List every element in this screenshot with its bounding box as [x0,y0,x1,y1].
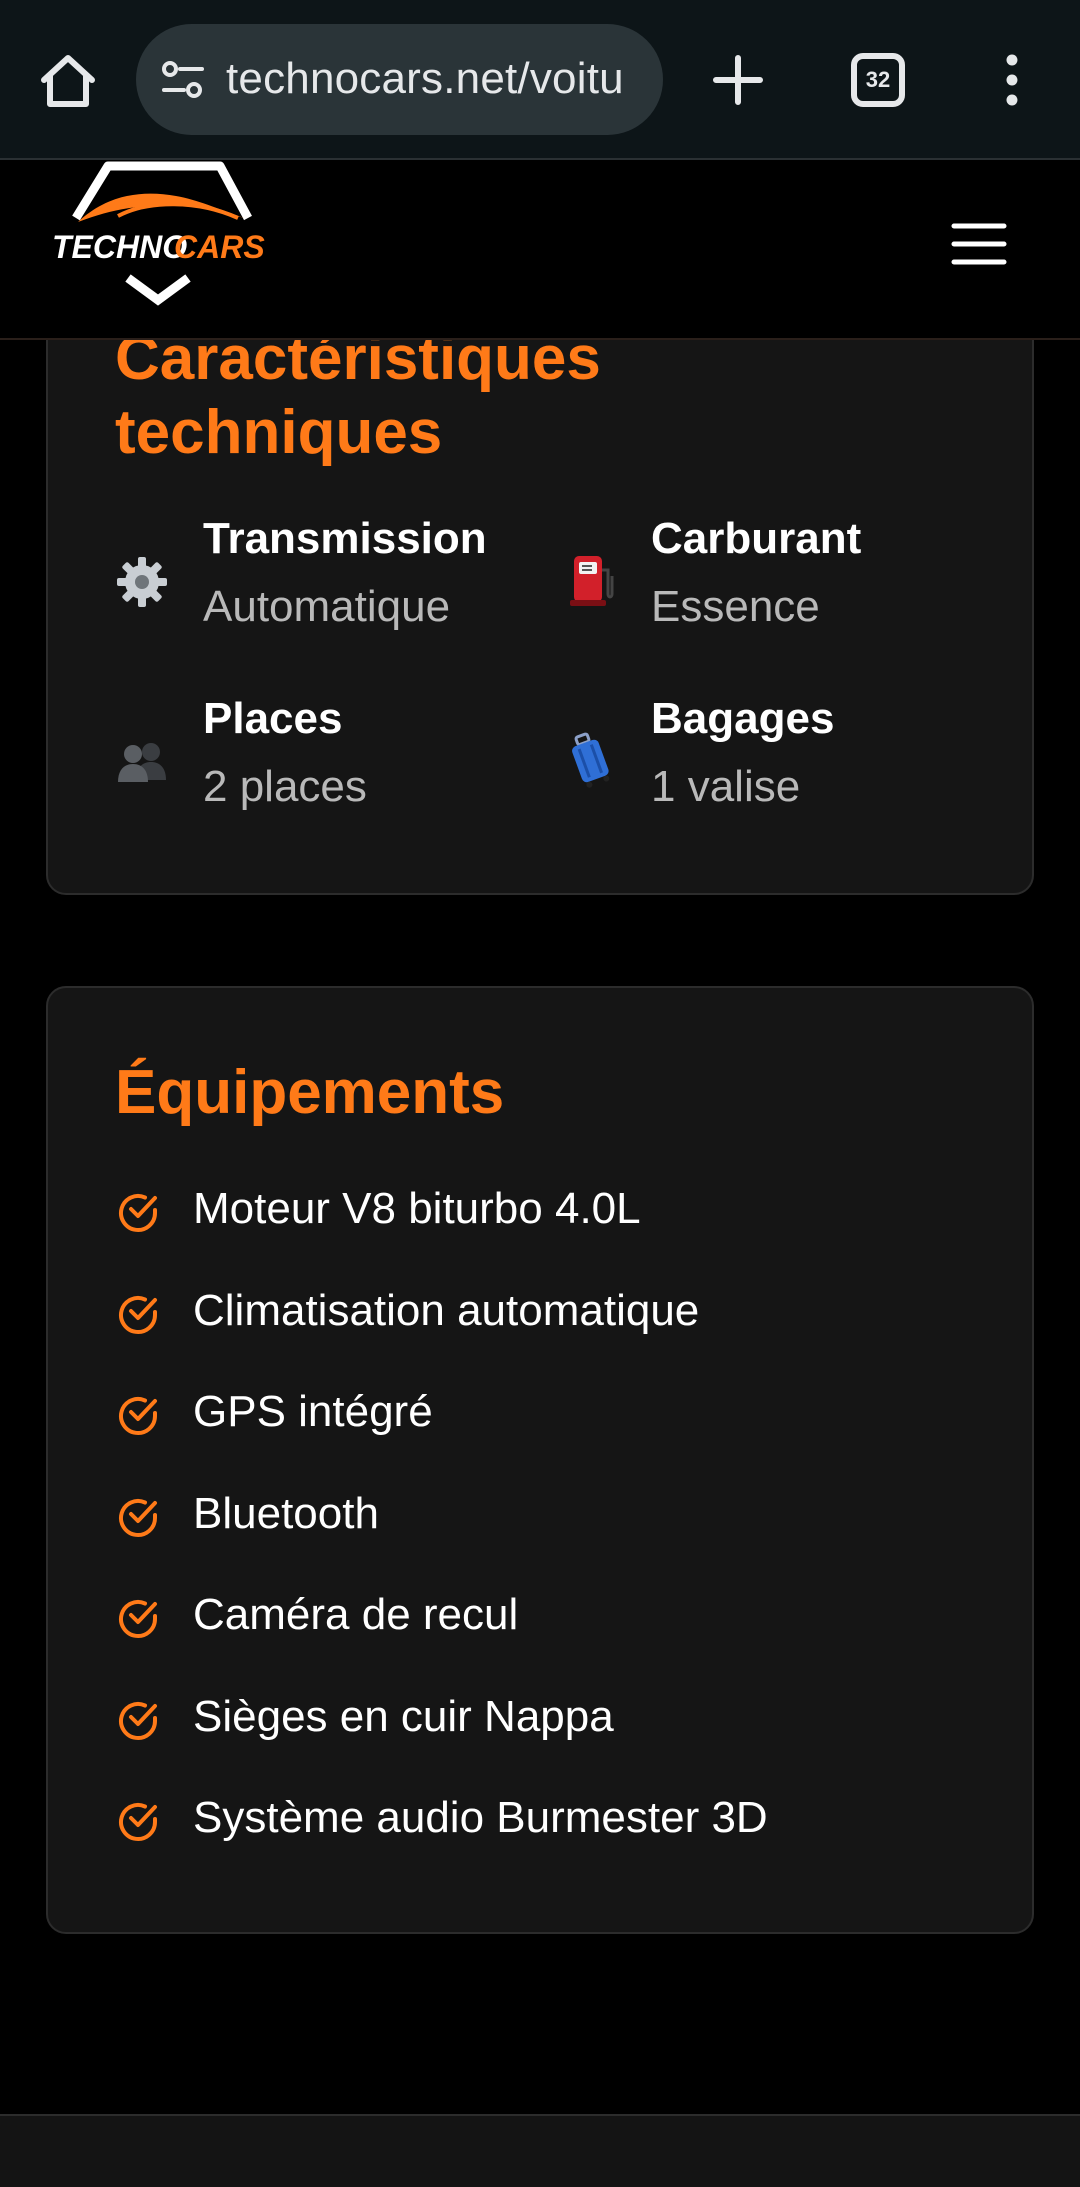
feature-text: GPS intégré [193,1387,433,1436]
equipment-title: Équipements [115,1058,505,1127]
list-item: Système audio Burmester 3D [115,1793,995,1899]
fuel-pump-icon [562,552,618,608]
list-item: Caméra de recul [115,1590,995,1696]
feature-text: Climatisation automatique [193,1285,700,1335]
spec-label-transmission: Transmission [203,514,487,563]
equipment-list: Moteur V8 biturbo 4.0L Climatisation aut… [115,1184,995,1899]
feature-text: Moteur V8 biturbo 4.0L [193,1184,641,1233]
home-icon[interactable] [36,50,100,110]
site-header: TECHNO CARS [0,160,1080,340]
logo-text-cars: CARS [174,229,265,265]
feature-text: Caméra de recul [193,1590,519,1639]
page-footer [0,2114,1080,2187]
spec-label-carburant: Carburant [651,514,862,563]
specs-title: Caractéristiques techniques [115,324,601,467]
list-item: Climatisation automatique [115,1286,995,1392]
list-item: GPS intégré [115,1387,995,1493]
site-settings-icon[interactable] [160,58,206,102]
spec-label-bagages: Bagages [651,694,835,743]
spec-label-places: Places [203,694,343,743]
check-circle-icon [115,1190,161,1236]
spec-value-places: 2 places [203,762,367,811]
address-bar[interactable]: technocars.net/voitu [136,24,663,135]
new-tab-icon[interactable] [710,52,766,108]
more-options-icon[interactable] [1000,52,1024,108]
gear-icon [114,554,170,610]
feature-text: Bluetooth [193,1488,379,1538]
spec-value-bagages: 1 valise [651,762,801,811]
check-circle-icon [115,1393,161,1439]
hamburger-menu-icon[interactable] [951,222,1007,266]
feature-text: Système audio Burmester 3D [193,1793,768,1842]
check-circle-icon [115,1292,161,1338]
list-item: Bluetooth [115,1489,995,1595]
check-circle-icon [115,1799,161,1845]
feature-text: Sièges en cuir Nappa [193,1691,614,1741]
tab-switcher-button[interactable]: 32 [851,53,905,107]
equipment-card: Équipements Moteur V8 biturbo 4.0L Clima… [46,986,1034,1934]
spec-value-transmission: Automatique [203,582,451,631]
list-item: Sièges en cuir Nappa [115,1692,995,1798]
people-icon [114,734,170,790]
spec-value-carburant: Essence [651,582,820,631]
check-circle-icon [115,1495,161,1541]
luggage-icon [562,732,618,788]
check-circle-icon [115,1698,161,1744]
check-circle-icon [115,1596,161,1642]
tab-count: 32 [865,67,891,92]
techno-cars-logo[interactable]: TECHNO CARS [48,160,270,308]
list-item: Moteur V8 biturbo 4.0L [115,1184,995,1290]
url-text[interactable]: technocars.net/voitu [226,54,646,104]
logo-text-techno: TECHNO [52,229,187,265]
browser-toolbar: technocars.net/voitu 32 [0,0,1080,160]
